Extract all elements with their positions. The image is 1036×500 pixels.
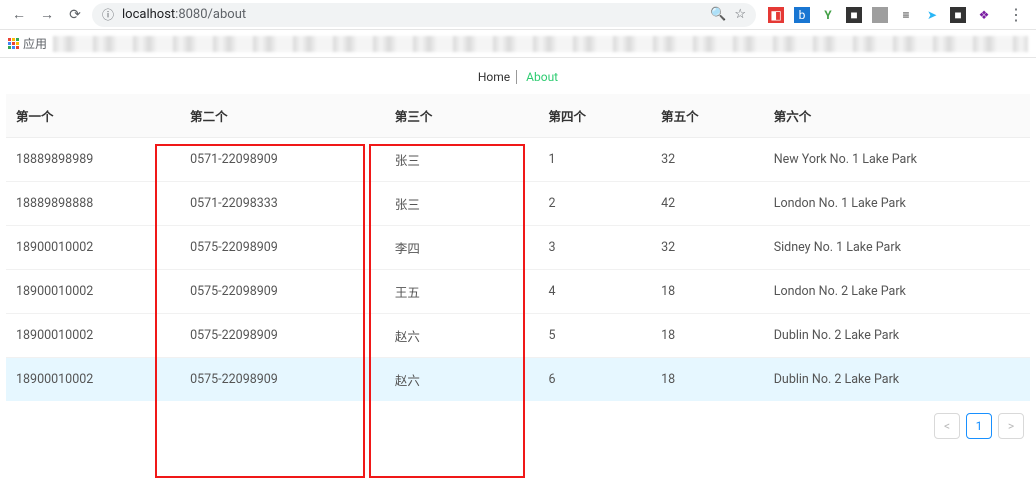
apps-button[interactable]: 应用 <box>8 35 47 52</box>
table-cell: 赵六 <box>385 314 539 358</box>
table-cell: 0575-22098909 <box>180 358 385 402</box>
nav-link-home[interactable]: Home <box>478 70 517 84</box>
table-header-cell[interactable]: 第一个 <box>6 94 180 138</box>
table-cell: 18 <box>651 358 764 402</box>
browser-menu-icon[interactable]: ⋮ <box>1004 5 1028 24</box>
table-body: 188898989890571-22098909张三132New York No… <box>6 138 1030 402</box>
table-cell: 张三 <box>385 182 539 226</box>
extension-icon[interactable]: ■ <box>950 7 966 23</box>
bookmarks-bar: 应用 <box>0 30 1036 58</box>
pagination-next[interactable]: > <box>998 413 1024 439</box>
nav-link-about[interactable]: About <box>522 70 558 84</box>
table-cell: 18889898989 <box>6 138 180 182</box>
table-wrapper: 第一个第二个第三个第四个第五个第六个 188898989890571-22098… <box>6 94 1030 401</box>
table-cell: 18900010002 <box>6 270 180 314</box>
table-cell: 王五 <box>385 270 539 314</box>
pagination-page[interactable]: 1 <box>966 413 992 439</box>
table-cell: 18 <box>651 314 764 358</box>
table-cell: 32 <box>651 226 764 270</box>
table-cell: 0575-22098909 <box>180 226 385 270</box>
data-table: 第一个第二个第三个第四个第五个第六个 188898989890571-22098… <box>6 94 1030 401</box>
table-cell: Sidney No. 1 Lake Park <box>764 226 1030 270</box>
extensions-tray: ◧ b Y ■ ≡ ➤ ■ ❖ <box>762 7 998 23</box>
table-header-cell[interactable]: 第五个 <box>651 94 764 138</box>
address-bar[interactable]: ⓘ localhost:8080/about 🔍 ☆ <box>92 3 756 27</box>
table-row[interactable]: 189000100020575-22098909王五418London No. … <box>6 270 1030 314</box>
extension-icon[interactable]: ≡ <box>898 7 914 23</box>
pagination: < 1 > <box>0 401 1036 439</box>
extension-icon[interactable]: b <box>794 7 810 23</box>
extension-icon[interactable]: ➤ <box>924 7 940 23</box>
table-cell: 18889898888 <box>6 182 180 226</box>
table-cell: 18 <box>651 270 764 314</box>
search-in-page-icon[interactable]: 🔍 <box>710 7 726 22</box>
table-cell: 3 <box>538 226 651 270</box>
extension-icon[interactable]: ❖ <box>976 7 992 23</box>
browser-toolbar: ← → ⟳ ⓘ localhost:8080/about 🔍 ☆ ◧ b Y ■… <box>0 0 1036 30</box>
reload-button[interactable]: ⟳ <box>64 4 86 26</box>
table-cell: 0575-22098909 <box>180 270 385 314</box>
table-header-cell[interactable]: 第二个 <box>180 94 385 138</box>
site-info-icon[interactable]: ⓘ <box>102 6 114 23</box>
table-cell: 1 <box>538 138 651 182</box>
table-cell: 5 <box>538 314 651 358</box>
apps-label: 应用 <box>23 35 47 52</box>
table-row[interactable]: 188898988880571-22098333张三242London No. … <box>6 182 1030 226</box>
extension-icon[interactable]: ■ <box>846 7 862 23</box>
table-header-cell[interactable]: 第六个 <box>764 94 1030 138</box>
back-button[interactable]: ← <box>8 4 30 26</box>
table-cell: 42 <box>651 182 764 226</box>
table-cell: 2 <box>538 182 651 226</box>
table-cell: 0571-22098909 <box>180 138 385 182</box>
table-header-cell[interactable]: 第三个 <box>385 94 539 138</box>
table-cell: London No. 2 Lake Park <box>764 270 1030 314</box>
table-row[interactable]: 189000100020575-22098909赵六618Dublin No. … <box>6 358 1030 402</box>
table-cell: Dublin No. 2 Lake Park <box>764 314 1030 358</box>
page-nav: Home About <box>0 66 1036 94</box>
apps-grid-icon <box>8 38 19 49</box>
table-cell: London No. 1 Lake Park <box>764 182 1030 226</box>
table-header-cell[interactable]: 第四个 <box>538 94 651 138</box>
table-cell: 18900010002 <box>6 358 180 402</box>
table-cell: 0571-22098333 <box>180 182 385 226</box>
table-cell: 18900010002 <box>6 226 180 270</box>
table-cell: 32 <box>651 138 764 182</box>
table-cell: 张三 <box>385 138 539 182</box>
table-row[interactable]: 189000100020575-22098909李四332Sidney No. … <box>6 226 1030 270</box>
table-head: 第一个第二个第三个第四个第五个第六个 <box>6 94 1030 138</box>
table-cell: 6 <box>538 358 651 402</box>
table-cell: 4 <box>538 270 651 314</box>
bookmarks-blurred <box>53 36 1028 52</box>
extension-icon[interactable] <box>872 7 888 23</box>
pagination-prev[interactable]: < <box>934 413 960 439</box>
url-host: localhost <box>122 7 175 22</box>
table-cell: New York No. 1 Lake Park <box>764 138 1030 182</box>
table-row[interactable]: 188898989890571-22098909张三132New York No… <box>6 138 1030 182</box>
forward-button[interactable]: → <box>36 4 58 26</box>
url-path: :8080/about <box>175 7 246 22</box>
page-content: Home About 第一个第二个第三个第四个第五个第六个 1888989898… <box>0 58 1036 459</box>
table-cell: Dublin No. 2 Lake Park <box>764 358 1030 402</box>
table-cell: 赵六 <box>385 358 539 402</box>
table-cell: 18900010002 <box>6 314 180 358</box>
table-cell: 0575-22098909 <box>180 314 385 358</box>
table-row[interactable]: 189000100020575-22098909赵六518Dublin No. … <box>6 314 1030 358</box>
bookmark-star-icon[interactable]: ☆ <box>734 7 746 22</box>
table-cell: 李四 <box>385 226 539 270</box>
extension-icon[interactable]: ◧ <box>768 7 784 23</box>
extension-icon[interactable]: Y <box>820 7 836 23</box>
url-text: localhost:8080/about <box>122 7 246 22</box>
